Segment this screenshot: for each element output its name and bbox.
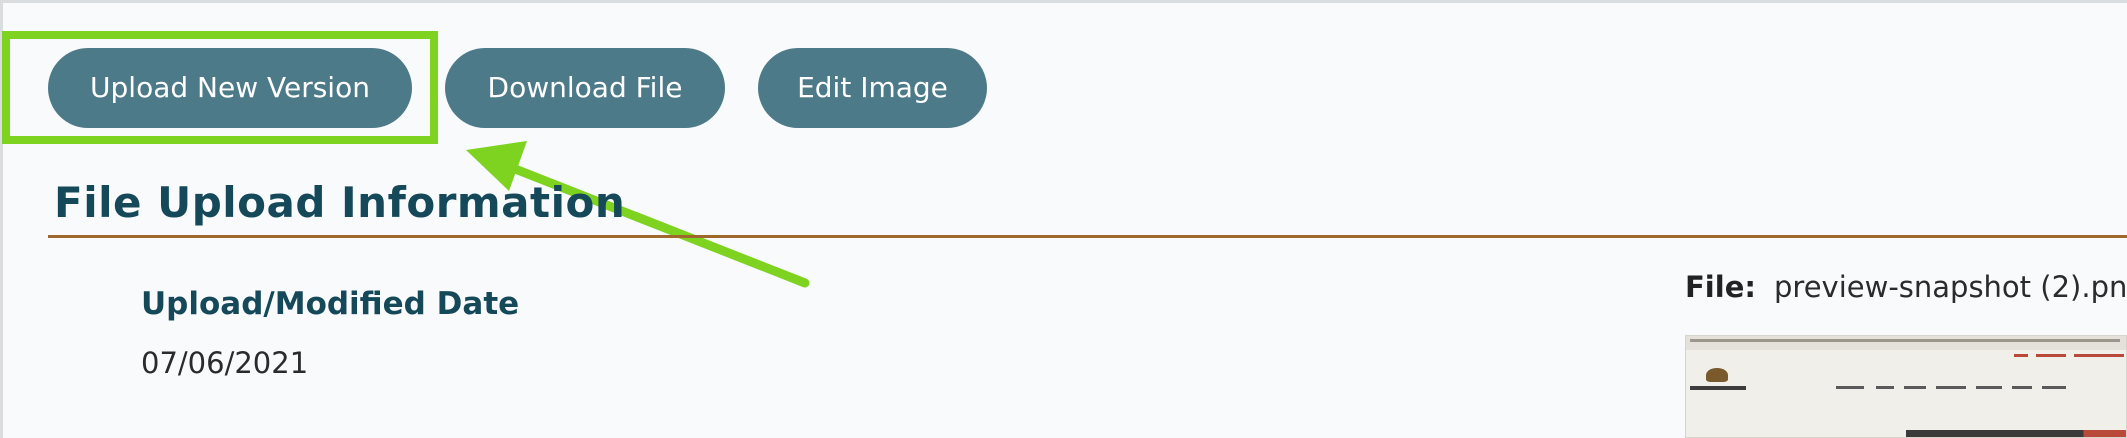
section-divider (48, 235, 2127, 238)
thumbnail-nav-item (1876, 386, 1894, 389)
section-title: File Upload Information (54, 178, 626, 227)
thumbnail-nav-item (1904, 386, 1926, 389)
thumbnail-logo-text (1690, 386, 1746, 390)
file-name: preview-snapshot (2).png (1774, 270, 2127, 304)
thumbnail-nav-item (2012, 386, 2032, 389)
thumbnail-logo-icon (1706, 368, 1728, 382)
file-label: File: (1685, 270, 1756, 304)
file-preview-thumbnail[interactable] (1685, 335, 2127, 438)
upload-date-value: 07/06/2021 (141, 346, 309, 380)
thumbnail-headline (1906, 430, 2126, 437)
thumbnail-link (2074, 354, 2124, 357)
upload-new-version-button[interactable]: Upload New Version (48, 48, 412, 128)
thumbnail-nav-item (1836, 386, 1864, 389)
thumbnail-link (2036, 354, 2066, 357)
thumbnail-url-line (1690, 339, 2120, 342)
thumbnail-nav-item (2042, 386, 2066, 389)
thumbnail-nav-item (1936, 386, 1966, 389)
edit-image-button[interactable]: Edit Image (758, 48, 987, 128)
download-file-button[interactable]: Download File (445, 48, 725, 128)
upload-date-label: Upload/Modified Date (141, 286, 520, 322)
thumbnail-link (2014, 354, 2028, 357)
thumbnail-nav-item (1976, 386, 2002, 389)
